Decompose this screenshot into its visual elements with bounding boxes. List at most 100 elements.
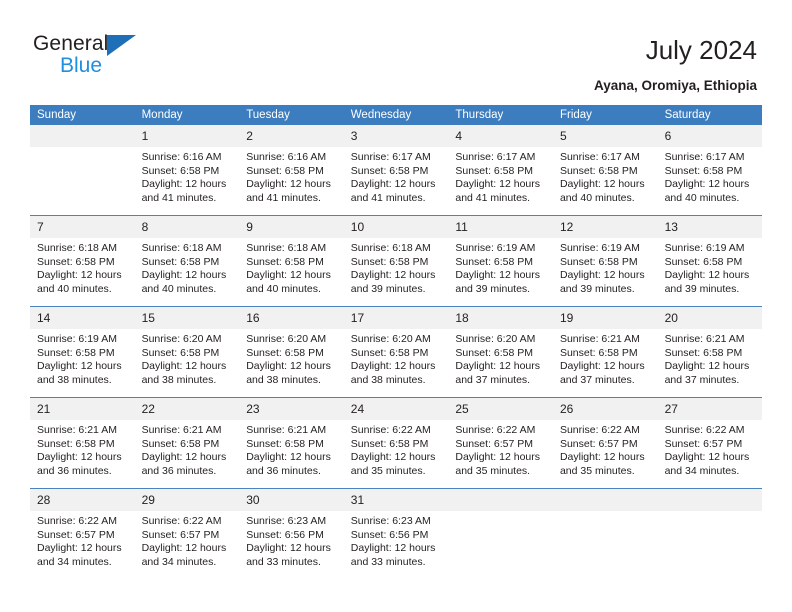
day-cell[interactable]: 21 Sunrise: 6:21 AM Sunset: 6:58 PM Dayligh… [30, 397, 135, 489]
day-daylight-line2-text: and 41 minutes. [350, 191, 426, 204]
day-daylight-line1-text: Daylight: 12 hours [350, 451, 436, 464]
day-details: Sunrise: 6:17 AM Sunset: 6:58 PM Daylight:… [553, 147, 658, 205]
day-daylight-line2-text: and 38 minutes. [246, 373, 321, 386]
day-details: Sunrise: 6:21 AM Sunset: 6:58 PM Daylight:… [553, 329, 658, 387]
day-cell[interactable]: 11 Sunrise: 6:19 AM Sunset: 6:58 PM Dayligh… [448, 215, 553, 307]
day-details: Sunrise: 6:19 AM Sunset: 6:58 PM Daylight:… [553, 238, 658, 296]
day-cell[interactable]: 1 Sunrise: 6:16 AM Sunset: 6:58 PM Daylight… [134, 125, 240, 216]
day-sunrise-text: Sunrise: 6:17 AM [455, 151, 536, 163]
day-number: 13 [657, 216, 763, 238]
day-cell-inner: 11 Sunrise: 6:19 AM Sunset: 6:58 PM Dayligh… [448, 216, 553, 306]
day-daylight-line1-text: Daylight: 12 hours [37, 269, 122, 282]
day-cell[interactable]: 8 Sunrise: 6:18 AM Sunset: 6:58 PM Daylight… [134, 215, 240, 307]
day-number: 11 [448, 216, 553, 238]
day-number: 3 [343, 125, 449, 147]
day-cell[interactable]: 31 Sunrise: 6:23 AM Sunset: 6:56 PM Dayligh… [343, 488, 449, 579]
day-daylight-line1-text: Daylight: 12 hours [350, 178, 436, 191]
day-cell[interactable]: 2 Sunrise: 6:16 AM Sunset: 6:58 PM Daylight… [239, 125, 344, 216]
day-daylight-line2-text: and 41 minutes. [246, 191, 321, 204]
day-sunset-text: Sunset: 6:58 PM [664, 164, 743, 177]
weekday-header-row: Sunday Monday Tuesday Wednesday Thursday… [30, 105, 763, 125]
day-cell[interactable]: 20 Sunrise: 6:21 AM Sunset: 6:58 PM Dayligh… [657, 306, 763, 398]
day-sunrise-text: Sunrise: 6:20 AM [141, 333, 222, 345]
day-number: 31 [343, 489, 449, 511]
day-cell[interactable]: 23 Sunrise: 6:21 AM Sunset: 6:58 PM Dayligh… [239, 397, 344, 489]
day-cell[interactable]: 29 Sunrise: 6:22 AM Sunset: 6:57 PM Dayligh… [134, 488, 240, 579]
weekday-header-saturday: Saturday [657, 105, 763, 125]
day-details: Sunrise: 6:23 AM Sunset: 6:56 PM Daylight:… [239, 511, 344, 569]
day-daylight-line2-text: and 37 minutes. [455, 373, 531, 386]
day-daylight-line1-text: Daylight: 12 hours [246, 360, 331, 373]
day-cell[interactable]: 16 Sunrise: 6:20 AM Sunset: 6:58 PM Dayligh… [239, 306, 344, 398]
day-cell[interactable]: 14 Sunrise: 6:19 AM Sunset: 6:58 PM Dayligh… [30, 306, 135, 398]
day-cell[interactable]: 19 Sunrise: 6:21 AM Sunset: 6:58 PM Dayligh… [552, 306, 658, 398]
day-daylight-line1-text: Daylight: 12 hours [350, 542, 436, 555]
page-title: July 2024 [645, 35, 757, 65]
logo-word-general: General [33, 32, 109, 55]
day-cell[interactable]: 4 Sunrise: 6:17 AM Sunset: 6:58 PM Daylight… [448, 125, 553, 216]
day-sunset-text: Sunset: 6:57 PM [455, 437, 534, 450]
calendar-cell-empty [30, 125, 135, 216]
day-number: 26 [552, 398, 658, 420]
day-daylight-line1-text: Daylight: 12 hours [141, 360, 227, 373]
calendar-week-row: 1 Sunrise: 6:16 AM Sunset: 6:58 PM Daylight… [30, 125, 763, 216]
day-cell[interactable]: 9 Sunrise: 6:18 AM Sunset: 6:58 PM Daylight… [239, 215, 344, 307]
day-cell-inner: 17 Sunrise: 6:20 AM Sunset: 6:58 PM Dayligh… [343, 307, 449, 397]
day-number: 10 [343, 216, 449, 238]
day-number: 19 [552, 307, 658, 329]
calendar-cell-empty [448, 488, 553, 579]
day-number: 17 [343, 307, 449, 329]
day-cell[interactable]: 18 Sunrise: 6:20 AM Sunset: 6:58 PM Dayligh… [448, 306, 553, 398]
day-number: 28 [30, 489, 135, 511]
day-cell-inner: 31 Sunrise: 6:23 AM Sunset: 6:56 PM Dayligh… [343, 489, 449, 579]
day-sunset-text: Sunset: 6:56 PM [350, 528, 429, 541]
day-number [552, 489, 658, 511]
day-cell-inner: 30 Sunrise: 6:23 AM Sunset: 6:56 PM Dayligh… [239, 489, 344, 579]
day-sunrise-text: Sunrise: 6:17 AM [350, 151, 431, 163]
weekday-header-thursday: Thursday [448, 105, 553, 125]
day-sunrise-text: Sunrise: 6:23 AM [246, 515, 327, 527]
day-cell[interactable]: 6 Sunrise: 6:17 AM Sunset: 6:58 PM Daylight… [657, 125, 763, 216]
day-cell[interactable]: 7 Sunrise: 6:18 AM Sunset: 6:58 PM Daylight… [30, 215, 135, 307]
day-sunrise-text: Sunrise: 6:19 AM [559, 242, 640, 254]
day-details: Sunrise: 6:17 AM Sunset: 6:58 PM Daylight:… [658, 147, 763, 205]
day-cell[interactable]: 17 Sunrise: 6:20 AM Sunset: 6:58 PM Dayligh… [343, 306, 449, 398]
day-number: 25 [448, 398, 553, 420]
general-blue-logo[interactable]: General Blue [33, 32, 136, 78]
day-sunset-text: Sunset: 6:58 PM [246, 255, 324, 268]
day-cell[interactable]: 22 Sunrise: 6:21 AM Sunset: 6:58 PM Dayligh… [134, 397, 240, 489]
day-cell[interactable]: 30 Sunrise: 6:23 AM Sunset: 6:56 PM Dayligh… [239, 488, 344, 579]
day-sunset-text: Sunset: 6:58 PM [37, 437, 115, 450]
day-cell-inner: 6 Sunrise: 6:17 AM Sunset: 6:58 PM Daylight… [657, 125, 763, 215]
day-sunset-text: Sunset: 6:58 PM [350, 164, 429, 177]
day-sunset-text: Sunset: 6:58 PM [664, 255, 743, 268]
day-daylight-line1-text: Daylight: 12 hours [664, 451, 750, 464]
day-cell[interactable]: 10 Sunrise: 6:18 AM Sunset: 6:58 PM Dayligh… [343, 215, 449, 307]
day-sunset-text: Sunset: 6:57 PM [37, 528, 115, 541]
day-cell[interactable]: 27 Sunrise: 6:22 AM Sunset: 6:57 PM Dayligh… [657, 397, 763, 489]
day-cell[interactable]: 28 Sunrise: 6:22 AM Sunset: 6:57 PM Dayligh… [30, 488, 135, 579]
day-cell[interactable]: 13 Sunrise: 6:19 AM Sunset: 6:58 PM Dayligh… [657, 215, 763, 307]
day-cell-inner: 20 Sunrise: 6:21 AM Sunset: 6:58 PM Dayligh… [657, 307, 763, 397]
day-cell[interactable]: 25 Sunrise: 6:22 AM Sunset: 6:57 PM Dayligh… [448, 397, 553, 489]
day-sunrise-text: Sunrise: 6:16 AM [246, 151, 327, 163]
day-cell[interactable]: 3 Sunrise: 6:17 AM Sunset: 6:58 PM Daylight… [343, 125, 449, 216]
day-daylight-line2-text: and 37 minutes. [559, 373, 635, 386]
day-cell[interactable]: 26 Sunrise: 6:22 AM Sunset: 6:57 PM Dayligh… [552, 397, 658, 489]
day-daylight-line1-text: Daylight: 12 hours [664, 360, 750, 373]
day-sunrise-text: Sunrise: 6:20 AM [246, 333, 327, 345]
day-cell[interactable]: 24 Sunrise: 6:22 AM Sunset: 6:58 PM Dayligh… [343, 397, 449, 489]
day-number: 9 [239, 216, 344, 238]
day-cell[interactable]: 15 Sunrise: 6:20 AM Sunset: 6:58 PM Dayligh… [134, 306, 240, 398]
page-header: General Blue July 2024 Ayana, Oromiya, E… [0, 0, 792, 104]
day-details: Sunrise: 6:17 AM Sunset: 6:58 PM Daylight:… [344, 147, 449, 205]
day-cell-inner [448, 489, 553, 579]
logo-triangle-icon [107, 35, 136, 56]
day-cell[interactable]: 5 Sunrise: 6:17 AM Sunset: 6:58 PM Daylight… [552, 125, 658, 216]
day-daylight-line1-text: Daylight: 12 hours [141, 542, 227, 555]
day-daylight-line2-text: and 41 minutes. [455, 191, 531, 204]
day-daylight-line2-text: and 35 minutes. [455, 464, 531, 477]
logo-text-general: General [33, 32, 136, 56]
day-cell[interactable]: 12 Sunrise: 6:19 AM Sunset: 6:58 PM Dayligh… [552, 215, 658, 307]
day-cell-inner: 9 Sunrise: 6:18 AM Sunset: 6:58 PM Daylight… [239, 216, 344, 306]
